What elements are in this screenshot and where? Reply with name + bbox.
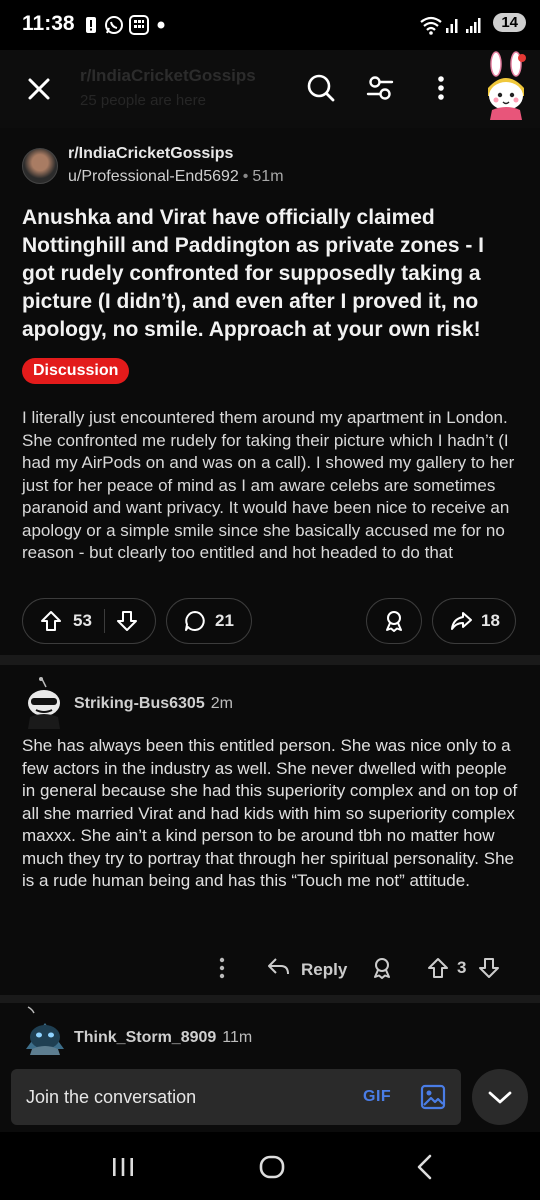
home-icon[interactable] — [257, 1152, 287, 1182]
comment-meta: Think_Storm_8909 11m — [74, 1029, 252, 1047]
comment: Think_Storm_8909 11m — [0, 1003, 540, 1063]
post-title: Anushka and Virat have officially claime… — [22, 206, 485, 341]
close-icon[interactable] — [24, 74, 54, 104]
commenter-avatar[interactable] — [22, 1003, 68, 1055]
post-body: I literally just encountered them around… — [22, 408, 515, 562]
community-title: r/IndiaCricketGossips — [80, 66, 256, 85]
post-share-count: 18 — [481, 611, 500, 630]
post-subreddit[interactable]: r/IndiaCricketGossips — [68, 145, 233, 163]
award-icon — [382, 609, 406, 633]
comment-vote-count: 3 — [457, 958, 467, 977]
more-icon[interactable] — [426, 72, 456, 104]
comment: Striking-Bus6305 2m She has always been t… — [0, 665, 540, 995]
reply-icon — [266, 955, 292, 984]
back-icon[interactable] — [410, 1152, 440, 1182]
wifi-icon — [418, 14, 444, 36]
meta-separator: • — [242, 168, 249, 185]
post-card: r/IndiaCricketGossips u/Professional-End… — [0, 128, 540, 655]
chevron-down-icon — [488, 1091, 512, 1104]
user-avatar[interactable] — [478, 50, 534, 124]
comment-age: 2m — [210, 695, 233, 712]
commenter-avatar[interactable] — [22, 677, 66, 729]
comment-author[interactable]: Striking-Bus6305 — [74, 695, 205, 712]
collapse-button[interactable] — [472, 1069, 528, 1125]
comments-button[interactable]: 21 — [166, 598, 252, 644]
whatsapp-icon — [103, 14, 125, 36]
subreddit-avatar[interactable] — [22, 148, 58, 184]
comment-upvote-icon[interactable] — [426, 956, 450, 985]
composer-placeholder: Join the conversation — [26, 1087, 197, 1107]
system-nav-bar — [0, 1132, 540, 1200]
dot-icon — [156, 14, 166, 36]
gif-button[interactable]: GIF — [363, 1088, 391, 1106]
comment-composer[interactable]: Join the conversation GIF — [11, 1069, 461, 1125]
battery-indicator: 14 — [493, 13, 526, 32]
post-meta: u/Professional-End5692 • 51m — [68, 168, 284, 186]
search-icon[interactable] — [305, 72, 337, 104]
comment-more-icon[interactable] — [212, 955, 232, 986]
comment-icon — [183, 609, 207, 633]
signal-icon — [465, 14, 483, 36]
alert-icon — [84, 14, 98, 36]
keypad-icon — [128, 14, 150, 36]
post-comment-count: 21 — [215, 611, 234, 630]
reply-label: Reply — [301, 959, 348, 979]
comment-meta: Striking-Bus6305 2m — [74, 695, 233, 713]
top-bar: r/IndiaCricketGossips 25 people are here — [0, 50, 540, 128]
post-vote-count: 53 — [73, 611, 92, 630]
post-age: 51m — [252, 168, 284, 185]
comment-author[interactable]: Think_Storm_8909 — [74, 1029, 216, 1046]
vote-control: 53 — [22, 598, 156, 644]
share-button[interactable]: 18 — [432, 598, 516, 644]
vote-divider — [103, 609, 105, 633]
online-count: 25 people are here — [80, 92, 206, 109]
reply-button[interactable]: Reply — [266, 955, 347, 984]
downvote-icon[interactable] — [115, 609, 139, 633]
comment-body: She has always been this entitled person… — [22, 736, 518, 890]
status-bar: 11:38 14 — [0, 0, 540, 50]
award-button[interactable] — [366, 598, 422, 644]
signal-icon — [445, 14, 461, 36]
image-icon[interactable] — [420, 1084, 446, 1110]
upvote-icon[interactable] — [39, 609, 63, 633]
comment-downvote-icon[interactable] — [477, 956, 501, 985]
section-divider — [0, 655, 540, 665]
comment-age: 11m — [222, 1029, 253, 1046]
comment-actions: Reply 3 — [0, 955, 540, 983]
comment-award-icon[interactable] — [370, 956, 394, 985]
share-icon — [449, 609, 473, 633]
status-time: 11:38 — [22, 12, 75, 35]
recents-icon[interactable] — [108, 1152, 138, 1182]
filter-icon[interactable] — [364, 72, 396, 104]
post-author[interactable]: u/Professional-End5692 — [68, 168, 239, 185]
section-divider — [0, 995, 540, 1003]
post-flair[interactable]: Discussion — [22, 358, 130, 384]
